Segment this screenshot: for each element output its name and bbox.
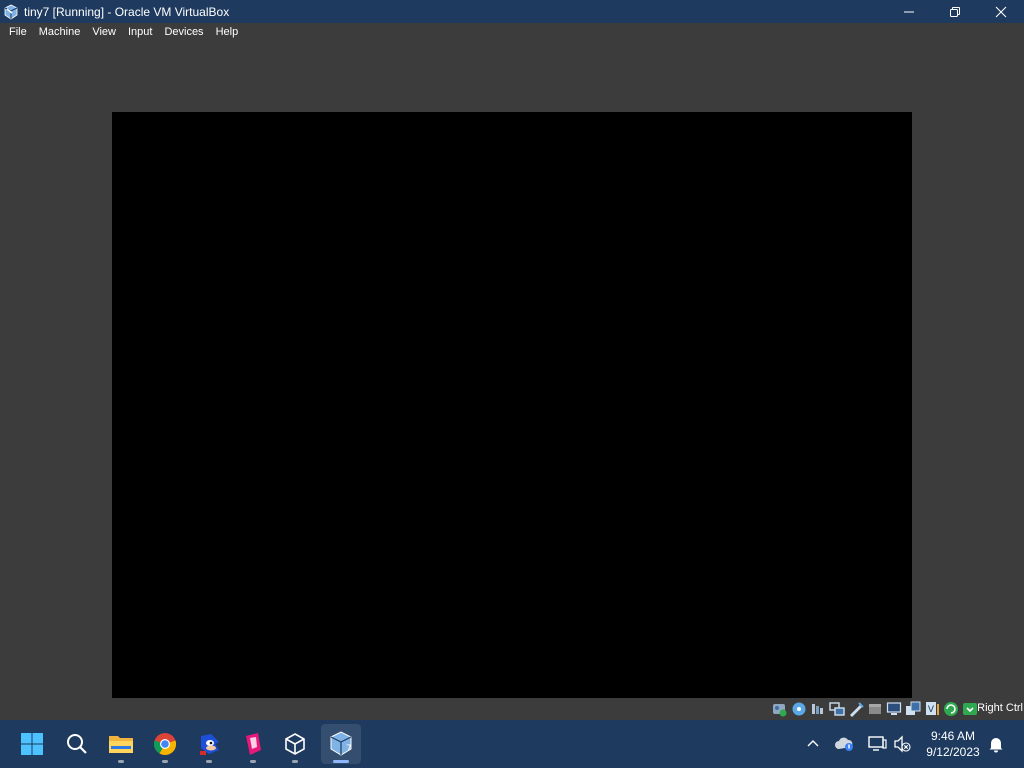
restore-icon [950, 6, 960, 17]
minimize-icon [904, 11, 914, 12]
running-indicator [333, 760, 349, 763]
svg-text:7: 7 [346, 744, 352, 754]
title-bar[interactable]: tiny7 [Running] - Oracle VM VirtualBox [0, 0, 1024, 23]
volume-muted-icon [894, 735, 911, 753]
svg-text:V: V [928, 705, 935, 715]
video-capture-icon[interactable] [905, 701, 921, 717]
chevron-up-icon [807, 740, 819, 747]
host-key-label[interactable]: Right Ctrl [977, 702, 1023, 714]
clock-date: 9/12/2023 [926, 745, 980, 759]
hard-disk-icon[interactable] [772, 701, 788, 717]
file-explorer-button[interactable] [101, 724, 141, 764]
sonic-icon [200, 734, 219, 755]
menu-devices[interactable]: Devices [158, 23, 209, 42]
network-tray-button[interactable] [865, 732, 889, 756]
shared-folders-icon[interactable] [867, 701, 883, 717]
network-icon [868, 736, 887, 751]
status-icons: V [772, 701, 978, 717]
clock[interactable]: 9:46 AM 9/12/2023 [920, 728, 986, 760]
restore-button[interactable] [932, 0, 978, 23]
search-icon [67, 734, 87, 754]
close-button[interactable] [978, 0, 1024, 23]
virtualbox-vm-icon: 7 [330, 731, 352, 756]
display-icon[interactable] [886, 701, 902, 717]
running-indicator [292, 760, 298, 763]
window-title: tiny7 [Running] - Oracle VM VirtualBox [24, 4, 230, 19]
vm-screen[interactable] [112, 112, 912, 712]
running-indicator [118, 760, 124, 763]
sonic-button[interactable] [189, 724, 229, 764]
usb-icon[interactable] [848, 701, 864, 717]
onedrive-icon [835, 737, 853, 751]
clock-time: 9:46 AM [930, 729, 976, 743]
menu-file[interactable]: File [0, 23, 33, 42]
menu-machine[interactable]: Machine [33, 23, 87, 42]
volume-tray-button[interactable] [890, 732, 914, 756]
vm-display-area [0, 42, 1024, 712]
keyboard-icon[interactable] [962, 701, 978, 717]
tiny7-vm-button[interactable]: 7 [321, 724, 361, 764]
minimize-button[interactable] [886, 0, 932, 23]
pink-app-button[interactable] [233, 724, 273, 764]
window-controls [886, 0, 1024, 23]
virtualbox-manager-button[interactable] [275, 724, 315, 764]
audio-icon[interactable] [810, 701, 826, 717]
virtualbox-icon [3, 4, 19, 20]
menu-bar: File Machine View Input Devices Help [0, 23, 1024, 42]
running-indicator [206, 760, 212, 763]
running-indicator [250, 760, 256, 763]
taskbar: 7 9:46 AM 9/12/2023 [0, 720, 1024, 768]
search-button[interactable] [57, 724, 97, 764]
running-indicator [162, 760, 168, 763]
chrome-button[interactable] [145, 724, 185, 764]
menu-input[interactable]: Input [122, 23, 158, 42]
start-button[interactable] [12, 724, 52, 764]
windows-start-icon [21, 733, 43, 755]
network-icon[interactable] [829, 701, 845, 717]
mouse-integration-icon[interactable] [943, 701, 959, 717]
virtualization-icon[interactable]: V [924, 701, 940, 717]
optical-drive-icon[interactable] [791, 701, 807, 717]
notification-bell-icon [989, 738, 1003, 753]
close-icon [995, 6, 1007, 17]
menu-help[interactable]: Help [210, 23, 245, 42]
notifications-button[interactable] [984, 732, 1008, 756]
folder-icon [109, 736, 133, 753]
chrome-icon [153, 733, 177, 756]
cube-icon [285, 733, 305, 755]
show-hidden-icons-button[interactable] [801, 732, 825, 756]
onedrive-tray-button[interactable] [833, 732, 857, 756]
status-bar: V Right Ctrl [0, 698, 1024, 720]
menu-view[interactable]: View [86, 23, 122, 42]
pink-app-icon [246, 733, 261, 755]
